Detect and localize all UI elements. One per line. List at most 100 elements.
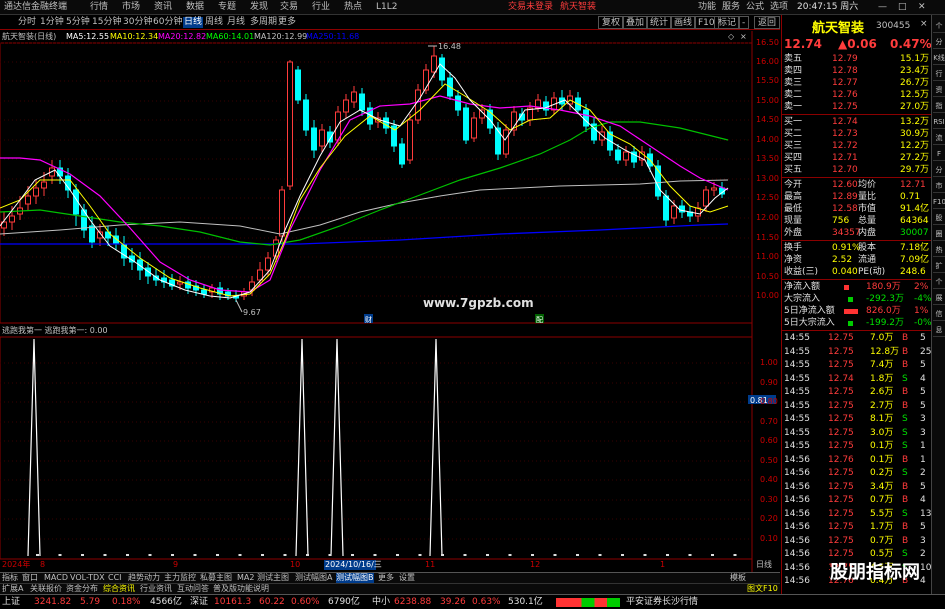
tab-related-quote[interactable]: 关联报价 [30, 584, 62, 594]
tab-trend[interactable]: 趋势动力 [128, 573, 160, 583]
menu-item-formula[interactable]: 公式 [746, 2, 764, 13]
stats-button[interactable]: 统计 [646, 16, 673, 29]
ask-row[interactable]: 卖一 12.75 27.0万 [782, 101, 932, 114]
menu-item-hq[interactable]: 行情 [90, 2, 108, 13]
tab-vol[interactable]: VOL-TDX [70, 573, 105, 583]
close-icon[interactable]: ✕ [918, 2, 926, 13]
period-multi[interactable]: 多周期 [250, 17, 277, 28]
mark-button[interactable]: 标记 [714, 16, 741, 29]
tab-ext-a[interactable]: 扩展A [2, 584, 23, 594]
period-weekly[interactable]: 周线 [205, 17, 223, 28]
candle-body [399, 143, 405, 165]
sidebar-button[interactable]: 分时 [933, 35, 945, 49]
menu-item-topic[interactable]: 专题 [218, 2, 236, 13]
menu-item-l1l2[interactable]: L1L2 [376, 2, 397, 13]
sidebar-button[interactable]: 个股 [933, 19, 945, 33]
sidebar-button[interactable]: 股 [933, 211, 945, 225]
tab-private[interactable]: 私募主图 [200, 573, 232, 583]
tab-news[interactable]: 综合资讯 [103, 584, 135, 594]
period-fenshi[interactable]: 分时 [18, 17, 36, 28]
menu-item-discover[interactable]: 发现 [250, 2, 268, 13]
sidebar-button[interactable]: 圈 [933, 227, 945, 241]
candle-body [249, 281, 255, 291]
kline-chart[interactable]: 16.48 9.67 www.7gpzb.com 财 配 0.81 [0, 31, 780, 572]
price-pct: 0.47% [890, 37, 932, 51]
sidebar-button[interactable]: RSI [933, 115, 945, 129]
minus-button[interactable]: - [738, 16, 750, 29]
ma-legend: 航天智装(日线) MA5:12.55 MA10:12.34 MA20:12.82… [0, 31, 780, 43]
chart-settings-icon[interactable]: ◇ [728, 32, 734, 42]
overlay-button[interactable]: 叠加 [622, 16, 649, 29]
sidebar-button[interactable]: 市 [933, 179, 945, 193]
period-30min[interactable]: 30分钟 [123, 17, 152, 28]
tab-indicator[interactable]: 指标 [2, 573, 18, 583]
minimize-icon[interactable]: — [878, 2, 887, 13]
sidebar-button[interactable]: K线 [933, 51, 945, 65]
period-monthly[interactable]: 月线 [227, 17, 245, 28]
menu-item-hot[interactable]: 热点 [344, 2, 362, 13]
tick-count: 2 [920, 468, 926, 478]
stock-name: 航天智装 [812, 21, 865, 36]
sidebar-button[interactable]: F10 [933, 195, 945, 209]
tab-more[interactable]: 更多 [378, 573, 394, 583]
tab-qa[interactable]: 互动问答 [177, 584, 209, 594]
tab-window[interactable]: 窗口 [22, 573, 38, 583]
tab-test-a[interactable]: 测试幅图A [295, 573, 332, 583]
sidebar-button[interactable]: 热 [933, 243, 945, 257]
menu-item-options[interactable]: 选项 [770, 2, 788, 13]
fuquan-button[interactable]: 复权 [598, 16, 625, 29]
tick-price: 12.75 [828, 481, 854, 492]
menu-item-market[interactable]: 市场 [122, 2, 140, 13]
tab-test-b[interactable]: 测试幅图B [336, 573, 374, 583]
maximize-icon[interactable]: □ [898, 2, 907, 13]
tab-main-monitor[interactable]: 主力监控 [164, 573, 196, 583]
draw-button[interactable]: 画线 [670, 16, 697, 29]
candle-body [265, 257, 271, 271]
tab-test-main[interactable]: 测试主图 [257, 573, 289, 583]
period-5min[interactable]: 5分钟 [66, 17, 90, 28]
candle-body [623, 151, 629, 161]
period-60min[interactable]: 60分钟 [153, 17, 182, 28]
tick-volume: 8.1万 [870, 414, 894, 424]
f10-text-button[interactable]: 图文F10 [747, 584, 778, 594]
period-daily[interactable]: 日线 [183, 17, 204, 28]
tab-help[interactable]: 普及版功能说明 [213, 584, 269, 594]
sidebar-button[interactable]: F [933, 147, 945, 161]
template-button[interactable]: 模板 [730, 573, 746, 583]
tab-macd[interactable]: MACD [44, 573, 68, 583]
bid-row[interactable]: 买五 12.70 29.7万 [782, 164, 932, 177]
ma20-label: MA20:12.82 [158, 32, 207, 41]
period-15min[interactable]: 15分钟 [92, 17, 121, 28]
login-status[interactable]: 交易未登录 [508, 2, 553, 13]
tab-industry-news[interactable]: 行业资讯 [140, 584, 172, 594]
chart-close-icon[interactable]: × [740, 32, 747, 42]
sidebar-button[interactable]: 指数 [933, 99, 945, 113]
sidebar-button[interactable]: 扩 [933, 259, 945, 273]
index-sh-name[interactable]: 上证 [2, 597, 20, 608]
sidebar-button[interactable]: 信 [933, 307, 945, 321]
sidebar-button[interactable]: 展 [933, 291, 945, 305]
menu-item-data[interactable]: 数据 [186, 2, 204, 13]
back-button[interactable]: 返回 [754, 16, 781, 29]
menu-item-service[interactable]: 服务 [722, 2, 740, 13]
tab-settings[interactable]: 设置 [399, 573, 415, 583]
menu-item-industry[interactable]: 行业 [312, 2, 330, 13]
tab-fund-dist[interactable]: 资金分布 [66, 584, 98, 594]
sidebar-button[interactable]: 流 [933, 131, 945, 145]
sidebar-button[interactable]: 个 [933, 275, 945, 289]
menu-item-trade[interactable]: 交易 [280, 2, 298, 13]
menu-item-function[interactable]: 功能 [698, 2, 716, 13]
menu-item-news[interactable]: 资讯 [154, 2, 172, 13]
period-more[interactable]: 更多 [278, 17, 296, 28]
sidebar-button[interactable]: 分 [933, 163, 945, 177]
period-1min[interactable]: 1分钟 [40, 17, 64, 28]
sidebar-button[interactable]: 息 [933, 323, 945, 337]
tab-ma2[interactable]: MA2 [237, 573, 254, 583]
indicator-dot [126, 554, 129, 556]
index-zx-name[interactable]: 中小 [372, 597, 390, 608]
index-sz-name[interactable]: 深证 [190, 597, 208, 608]
tab-cci[interactable]: CCI [108, 573, 122, 583]
quote-close-icon[interactable]: × [920, 19, 928, 29]
sidebar-button[interactable]: 资金 [933, 83, 945, 97]
sidebar-button[interactable]: 行情 [933, 67, 945, 81]
